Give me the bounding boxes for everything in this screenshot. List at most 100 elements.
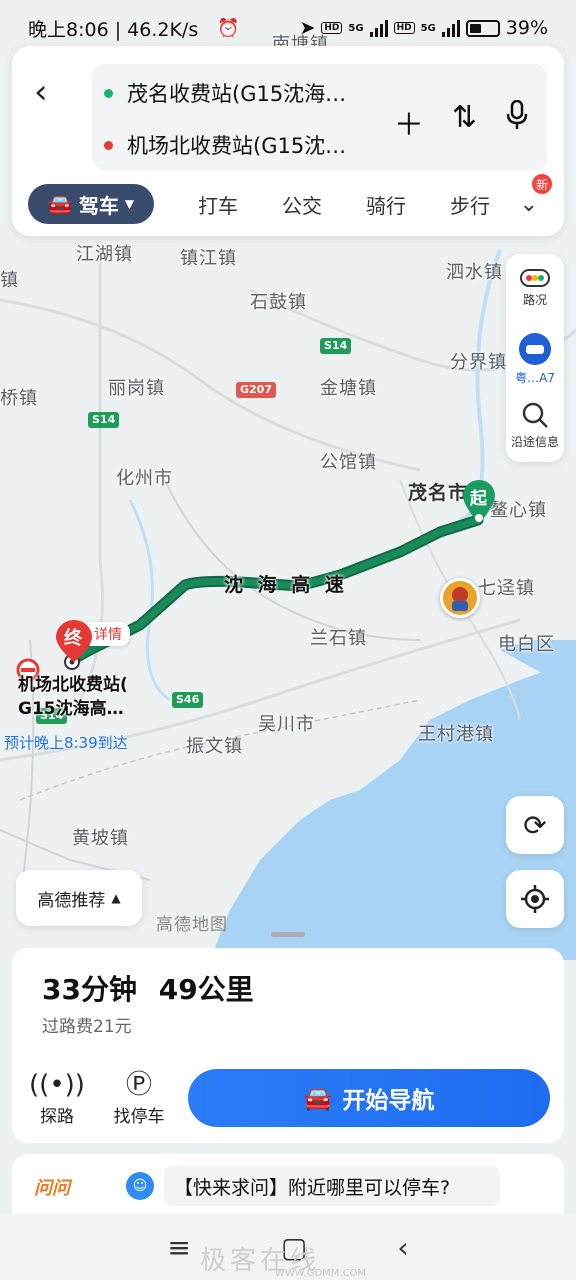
back-nav-icon[interactable]: ‹ bbox=[397, 1231, 408, 1264]
signal-icon bbox=[369, 19, 388, 37]
destination-text: 机场北收费站(G15沈… bbox=[127, 134, 347, 158]
refresh-icon: ⟳ bbox=[523, 808, 547, 842]
tab-walk[interactable]: 步行 bbox=[450, 190, 490, 219]
parking-icon: Ⓟ bbox=[125, 1070, 152, 1100]
more-modes-chevron-icon[interactable]: ⌄ bbox=[520, 192, 538, 217]
broadcast-icon: ((•)) bbox=[29, 1070, 85, 1100]
add-waypoint-icon[interactable]: ＋ bbox=[394, 100, 424, 144]
ask-bar[interactable]: 问问 ☺ 【快来求问】附近哪里可以停车? bbox=[12, 1154, 564, 1214]
map-town-label: 江湖镇 bbox=[76, 244, 133, 265]
menu-icon[interactable]: ≡ bbox=[167, 1231, 190, 1264]
map-city-label: 茂名市 bbox=[408, 482, 469, 504]
route-duration: 33分钟 bbox=[42, 973, 137, 1006]
ask-prompt[interactable]: 【快来求问】附近哪里可以停车? bbox=[164, 1166, 500, 1206]
map-town-label: 泗水镇 bbox=[446, 262, 503, 283]
map-town-label: 王村港镇 bbox=[418, 724, 494, 745]
highway-shield: G207 bbox=[236, 382, 276, 398]
origin-field[interactable]: 茂名收费站(G15沈海… bbox=[104, 78, 346, 108]
route-summary: 33分钟 49公里 bbox=[42, 968, 254, 1008]
swap-route-icon[interactable]: ⇅ bbox=[452, 100, 477, 144]
refresh-route-button[interactable]: ⟳ bbox=[506, 796, 564, 854]
traffic-label: 路况 bbox=[522, 293, 547, 307]
status-time-speed: 晚上8:06 | 46.2K/s bbox=[28, 18, 199, 41]
map-town-label: 镇江镇 bbox=[180, 248, 237, 269]
find-parking-label: 找停车 bbox=[113, 1107, 165, 1127]
map-town-label: 金塘镇 bbox=[320, 378, 377, 399]
vehicle-plate-label: 粤…A7 bbox=[515, 371, 555, 385]
tab-bus[interactable]: 公交 bbox=[282, 190, 322, 219]
route-preference-label: 高德推荐 bbox=[37, 890, 106, 911]
highway-shield: S46 bbox=[172, 692, 204, 708]
route-input-card: ‹ 茂名收费站(G15沈海… 机场北收费站(G15沈… ＋ ⇅ 🚘 驾车 ▼ 打… bbox=[12, 46, 564, 236]
origin-dot-icon bbox=[104, 88, 113, 98]
start-marker[interactable]: 起 bbox=[463, 480, 495, 524]
route-actions: ＋ ⇅ bbox=[394, 99, 529, 144]
locate-me-button[interactable] bbox=[506, 870, 564, 928]
vehicle-plate-button[interactable]: 粤…A7 bbox=[506, 332, 564, 386]
map-town-label: 黄坡镇 bbox=[72, 828, 129, 849]
traffic-toggle[interactable]: 路况 bbox=[506, 268, 564, 308]
destination-map-label: 机场北收费站( G15沈海高… bbox=[18, 673, 128, 721]
route-road-name: 沈 海 高 速 bbox=[224, 574, 348, 596]
explore-label: 探路 bbox=[40, 1107, 74, 1127]
hd-badge: HD bbox=[321, 22, 343, 34]
map-town-label: 吴川市 bbox=[258, 714, 315, 735]
transport-mode-tabs: 🚘 驾车 ▼ 打车 公交 骑行 步行 ⌄ 新 bbox=[28, 172, 558, 224]
chevron-down-icon: ▼ bbox=[124, 197, 135, 211]
highway-shield: S14 bbox=[320, 338, 352, 354]
microphone-icon[interactable] bbox=[505, 99, 529, 144]
explore-button[interactable]: ((•)) 探路 bbox=[22, 1068, 92, 1127]
locate-icon bbox=[521, 885, 549, 913]
map-side-controls: 路况 粤…A7 沿途信息 bbox=[506, 254, 564, 462]
vehicle-icon bbox=[519, 333, 551, 365]
along-info-button[interactable]: 沿途信息 bbox=[506, 400, 564, 450]
map-town-label: 镇 bbox=[0, 270, 19, 291]
map-watermark: 高德地图 bbox=[156, 915, 228, 935]
app-root: 南塘镇 江湖镇 镇江镇 泗水镇 石鼓镇 丽岗镇 分界镇 桥镇 金塘镇 公馆镇 化… bbox=[0, 0, 576, 1280]
network-type: 5G bbox=[420, 22, 436, 34]
back-icon[interactable]: ‹ bbox=[34, 72, 64, 112]
start-label: 起 bbox=[470, 489, 487, 509]
site-watermark-url: WWW.GDMM.COM bbox=[275, 1268, 367, 1279]
highway-shield: S14 bbox=[88, 412, 120, 428]
ask-avatar-icon: ☺ bbox=[126, 1172, 154, 1200]
status-bar: 晚上8:06 | 46.2K/s ⏰ ➤ HD 5G HD 5G 39% bbox=[0, 0, 576, 56]
route-distance: 49公里 bbox=[158, 973, 254, 1006]
map-town-label: 分界镇 bbox=[450, 352, 507, 373]
hd-badge: HD bbox=[393, 22, 415, 34]
map-town-label: 振文镇 bbox=[186, 736, 243, 757]
map-town-label: 桥镇 bbox=[0, 388, 38, 409]
eta-label: 预计晚上8:39到达 bbox=[4, 734, 128, 752]
along-info-label: 沿途信息 bbox=[510, 435, 559, 449]
battery-percent: 39% bbox=[505, 17, 548, 39]
end-label: 终 bbox=[64, 628, 82, 649]
tab-bike[interactable]: 骑行 bbox=[366, 190, 406, 219]
destination-dot-icon bbox=[104, 140, 113, 150]
map-town-label: 丽岗镇 bbox=[108, 378, 165, 399]
map-town-label: 公馆镇 bbox=[320, 452, 377, 473]
destination-name-line2: G15沈海高… bbox=[18, 699, 124, 719]
route-box: 茂名收费站(G15沈海… 机场北收费站(G15沈… ＋ ⇅ bbox=[92, 64, 547, 170]
map-town-label: 鳌心镇 bbox=[490, 500, 547, 521]
user-location-avatar[interactable] bbox=[440, 578, 480, 618]
map-town-label: 七迳镇 bbox=[478, 578, 535, 599]
signal-icon bbox=[441, 19, 460, 37]
route-summary-sheet: 33分钟 49公里 过路费21元 ((•)) 探路 Ⓟ 找停车 🚘 开始导航 bbox=[12, 948, 564, 1143]
map-town-label: 石鼓镇 bbox=[250, 292, 307, 313]
alarm-icon: ⏰ bbox=[217, 17, 240, 39]
map-town-label: 兰石镇 bbox=[310, 628, 367, 649]
map-town-label: 化州市 bbox=[116, 468, 173, 489]
battery-icon bbox=[465, 19, 500, 37]
tab-taxi[interactable]: 打车 bbox=[198, 190, 238, 219]
toll-fee: 过路费21元 bbox=[42, 1017, 132, 1037]
tab-drive[interactable]: 🚘 驾车 ▼ bbox=[28, 184, 154, 224]
route-preference-button[interactable]: 高德推荐 ▲ bbox=[16, 870, 142, 926]
map-town-label: 电白区 bbox=[498, 634, 555, 655]
sheet-drag-handle[interactable] bbox=[271, 932, 305, 937]
ask-logo: 问问 bbox=[34, 1178, 70, 1199]
network-type: 5G bbox=[348, 22, 364, 34]
start-navigation-button[interactable]: 🚘 开始导航 bbox=[188, 1069, 550, 1127]
destination-field[interactable]: 机场北收费站(G15沈… bbox=[104, 130, 346, 160]
tab-drive-label: 驾车 bbox=[78, 193, 119, 218]
find-parking-button[interactable]: Ⓟ 找停车 bbox=[104, 1068, 174, 1127]
